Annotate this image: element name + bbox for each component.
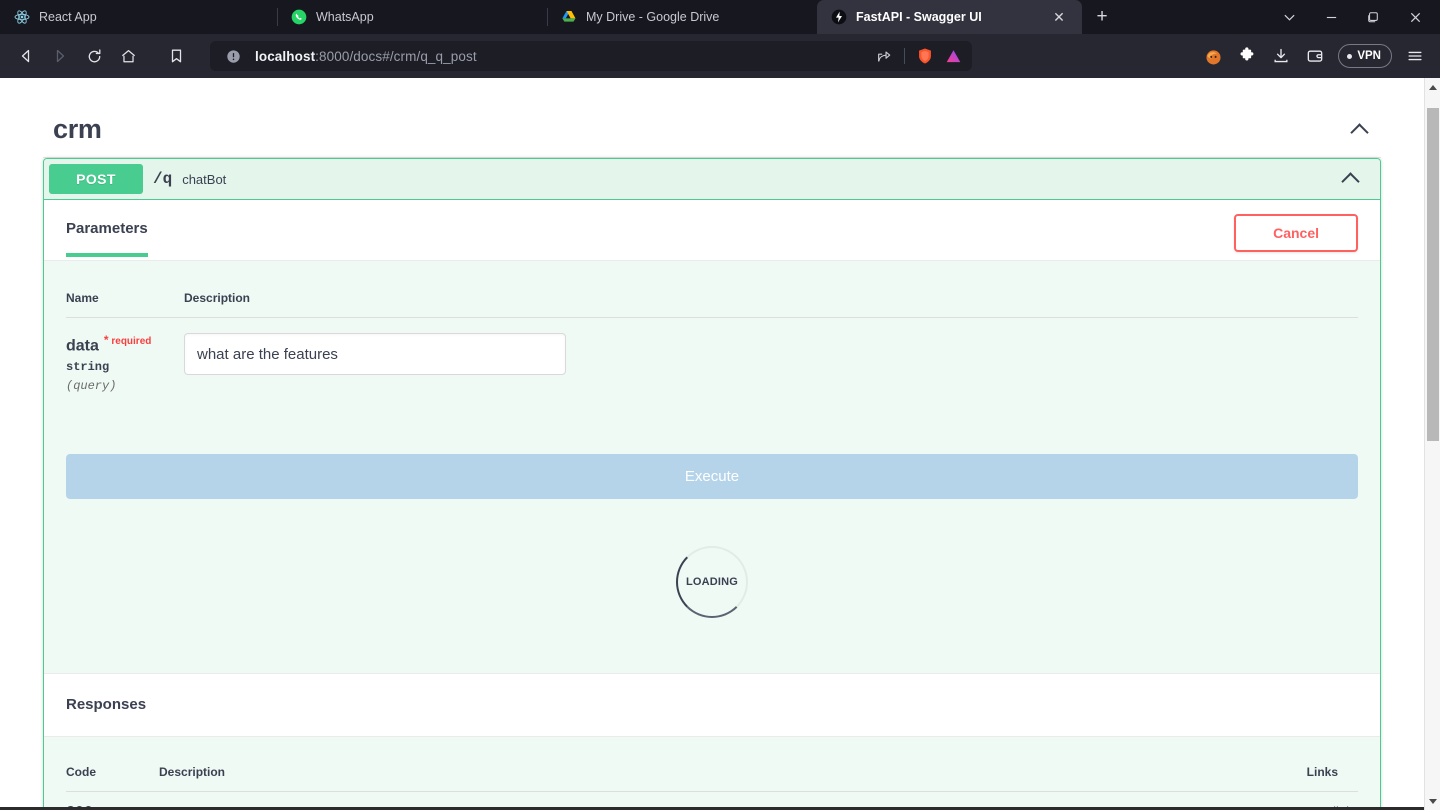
forward-arrow-icon xyxy=(44,40,76,72)
operation-path: /q xyxy=(153,170,173,188)
address-bar-url: localhost:8000/docs#/crm/q_q_post xyxy=(255,49,871,64)
chevron-up-icon[interactable] xyxy=(1351,120,1371,140)
table-row: data * required string (query) xyxy=(66,318,1358,399)
page-viewport: crm POST /q chatBot Parameters Cancel Na… xyxy=(0,78,1440,810)
downloads-icon[interactable] xyxy=(1266,41,1296,71)
window-minimize-button[interactable] xyxy=(1310,0,1352,34)
column-header-description: Description xyxy=(184,261,1358,318)
parameter-name: data xyxy=(66,337,99,355)
parameter-value-cell xyxy=(184,318,1358,399)
vpn-label: VPN xyxy=(1357,50,1381,62)
required-label: required xyxy=(111,336,152,347)
loading-label: LOADING xyxy=(683,575,741,590)
operation-summary: chatBot xyxy=(182,171,227,187)
wallet-icon[interactable] xyxy=(1300,41,1330,71)
back-arrow-icon[interactable] xyxy=(10,40,42,72)
url-host: localhost xyxy=(255,48,316,64)
google-drive-icon xyxy=(561,9,577,25)
share-icon[interactable] xyxy=(871,43,897,69)
browser-tab-fastapi-swagger-ui[interactable]: FastAPI - Swagger UI ✕ xyxy=(817,0,1082,34)
responses-table-header-row: Code Description Links xyxy=(66,737,1358,793)
tab-search-icon[interactable] xyxy=(1268,0,1310,34)
tab-strip: React App WhatsApp My Drive - Google Dri… xyxy=(0,0,1440,34)
firefox-icon[interactable] xyxy=(1198,41,1228,71)
operation-summary-header[interactable]: POST /q chatBot xyxy=(44,159,1380,200)
parameters-tab-row: Parameters Cancel xyxy=(44,200,1380,261)
vpn-badge[interactable]: VPN xyxy=(1338,44,1392,68)
browser-tab-google-drive[interactable]: My Drive - Google Drive xyxy=(547,0,817,34)
column-header-links: Links xyxy=(833,737,1358,793)
scroll-down-arrow-icon[interactable] xyxy=(1425,792,1440,810)
address-bar[interactable]: localhost:8000/docs#/crm/q_q_post xyxy=(210,41,972,71)
browser-tab-title: FastAPI - Swagger UI xyxy=(856,10,982,24)
required-star: * xyxy=(103,333,109,347)
navigation-toolbar: localhost:8000/docs#/crm/q_q_post VPN xyxy=(0,34,1440,78)
parameters-table: Name Description data * required string … xyxy=(66,261,1358,398)
browser-window: React App WhatsApp My Drive - Google Dri… xyxy=(0,0,1440,810)
responses-header: Responses xyxy=(44,673,1380,738)
operation-collapse-button[interactable] xyxy=(1342,169,1375,189)
hamburger-menu-icon[interactable] xyxy=(1400,41,1430,71)
parameters-body: Name Description data * required string … xyxy=(44,261,1380,674)
swagger-ui-page: crm POST /q chatBot Parameters Cancel Na… xyxy=(0,78,1424,810)
home-icon[interactable] xyxy=(112,40,144,72)
responses-body: Code Description Links 200 xyxy=(44,737,1380,810)
loading-indicator: LOADING xyxy=(66,499,1358,673)
required-marker: * required xyxy=(99,333,152,347)
browser-tab-whatsapp[interactable]: WhatsApp xyxy=(277,0,547,34)
tab-close-icon[interactable]: ✕ xyxy=(1050,8,1068,26)
toolbar-divider xyxy=(904,48,905,64)
browser-tab-title: WhatsApp xyxy=(316,10,374,24)
cancel-button[interactable]: Cancel xyxy=(1234,214,1358,252)
bookmark-icon[interactable] xyxy=(160,40,192,72)
brave-shields-icon[interactable] xyxy=(912,43,938,69)
scroll-up-arrow-icon[interactable] xyxy=(1425,78,1440,96)
column-header-code: Code xyxy=(66,737,159,793)
window-close-button[interactable] xyxy=(1394,0,1436,34)
scrollbar-thumb[interactable] xyxy=(1427,108,1439,441)
swagger-wrapper: crm POST /q chatBot Parameters Cancel Na… xyxy=(12,78,1412,810)
fastapi-icon xyxy=(831,9,847,25)
responses-table: Code Description Links 200 xyxy=(66,737,1358,810)
execute-button[interactable]: Execute xyxy=(66,454,1358,500)
parameter-data-input[interactable] xyxy=(184,333,566,375)
tag-title: crm xyxy=(53,114,102,144)
loading-spinner-icon: LOADING xyxy=(676,546,748,619)
http-method-badge: POST xyxy=(49,164,143,194)
parameter-location: (query) xyxy=(66,379,117,394)
info-circle-icon[interactable] xyxy=(220,43,246,69)
new-tab-button[interactable]: + xyxy=(1088,3,1116,31)
column-header-name: Name xyxy=(66,261,184,318)
chevron-up-icon xyxy=(1342,169,1362,189)
parameter-type: string xyxy=(66,360,110,375)
url-path: :8000/docs#/crm/q_q_post xyxy=(315,48,477,64)
tag-header[interactable]: crm xyxy=(43,114,1381,158)
extensions-puzzle-icon[interactable] xyxy=(1232,41,1262,71)
swagger-ui-root: crm POST /q chatBot Parameters Cancel Na… xyxy=(0,78,1424,810)
browser-tab-react-app[interactable]: React App xyxy=(0,0,277,34)
vertical-scrollbar[interactable] xyxy=(1424,78,1440,810)
parameter-name-cell: data * required string (query) xyxy=(66,318,184,399)
reload-icon[interactable] xyxy=(78,40,110,72)
parameter-name-line: data * required xyxy=(66,333,184,355)
address-bar-actions xyxy=(871,43,966,69)
operation-block-post-q: POST /q chatBot Parameters Cancel Name D… xyxy=(43,158,1381,810)
window-controls xyxy=(1268,0,1440,34)
responses-title: Responses xyxy=(66,696,147,714)
whatsapp-icon xyxy=(291,9,307,25)
browser-tab-title: React App xyxy=(39,10,97,24)
browser-tab-title: My Drive - Google Drive xyxy=(586,10,720,24)
react-icon xyxy=(14,9,30,25)
vpn-status-dot xyxy=(1347,53,1353,59)
browser-toolbar-icons: VPN xyxy=(1188,41,1430,71)
column-header-description: Description xyxy=(159,737,834,793)
tab-parameters[interactable]: Parameters xyxy=(66,220,148,257)
parameters-table-header-row: Name Description xyxy=(66,261,1358,318)
window-maximize-button[interactable] xyxy=(1352,0,1394,34)
leo-ai-icon[interactable] xyxy=(940,43,966,69)
tag-section-crm: crm POST /q chatBot Parameters Cancel Na… xyxy=(32,78,1392,810)
execute-area: Execute xyxy=(66,398,1358,500)
